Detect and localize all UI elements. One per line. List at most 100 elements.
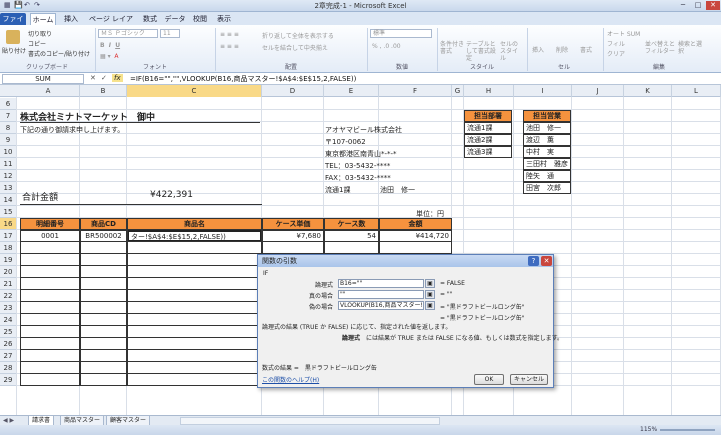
conditional-format-button[interactable]: 条件付き書式 (440, 41, 464, 55)
insert-function-button[interactable]: fx (112, 74, 123, 82)
dept-item[interactable]: 流通3課 (464, 146, 512, 158)
format-painter-button[interactable]: 書式のコピー/貼り付け (28, 49, 90, 58)
detail-empty-cell[interactable] (127, 302, 262, 314)
column-header-h[interactable]: H (464, 85, 514, 97)
tab-data[interactable]: データ (164, 13, 186, 25)
detail-empty-cell[interactable] (80, 326, 127, 338)
detail-empty-cell[interactable] (127, 230, 262, 242)
detail-empty-cell[interactable] (80, 362, 127, 374)
detail-empty-cell[interactable] (80, 278, 127, 290)
column-header-e[interactable]: E (324, 85, 379, 97)
row-header-7[interactable]: 7 (0, 110, 17, 122)
cancel-formula-icon[interactable]: ✕ (90, 74, 96, 82)
column-header-i[interactable]: I (514, 85, 572, 97)
column-header-b[interactable]: B (80, 85, 127, 97)
row-header-20[interactable]: 20 (0, 266, 17, 278)
dept-item[interactable]: 流通1課 (464, 122, 512, 134)
merge-center-button[interactable]: セルを結合して中央揃え (262, 43, 328, 52)
detail-empty-cell[interactable] (20, 338, 80, 350)
column-header-a[interactable]: A (17, 85, 80, 97)
dialog-help-button[interactable]: ? (528, 256, 539, 266)
col-header-code[interactable]: 商品CD (80, 218, 127, 230)
arg-input-false[interactable]: VLOOKUP(B16,商品マスター!$A$4 (338, 301, 424, 310)
borders-button[interactable]: ▦ ▾ A (100, 53, 119, 60)
issuer-address[interactable]: 東京都港区南青山*-*-* (325, 149, 397, 159)
col-header-name[interactable]: 商品名 (127, 218, 262, 230)
cut-button[interactable]: 切り取り (28, 29, 52, 38)
row-header-14[interactable]: 14 (0, 194, 17, 206)
detail-empty-cell[interactable] (80, 338, 127, 350)
detail-empty-cell[interactable] (324, 242, 379, 254)
staff-item[interactable]: 陸矢 通 (523, 170, 571, 182)
staff-item[interactable]: 三田村 雅彦 (523, 158, 571, 170)
detail-empty-cell[interactable] (20, 362, 80, 374)
detail-empty-cell[interactable] (20, 254, 80, 266)
wrap-text-button[interactable]: 折り返して全体を表示する (262, 31, 334, 40)
detail-empty-cell[interactable] (80, 302, 127, 314)
detail-empty-cell[interactable] (20, 350, 80, 362)
arg-input-true[interactable]: "" (338, 290, 424, 299)
issuer-person[interactable]: 池田 修一 (380, 185, 415, 195)
detail-empty-cell[interactable] (80, 242, 127, 254)
row-header-24[interactable]: 24 (0, 314, 17, 326)
dept-header[interactable]: 担当部署 (464, 110, 512, 122)
detail-empty-cell[interactable] (80, 266, 127, 278)
align-left-buttons[interactable]: ≡ ≡ ≡ (220, 43, 239, 50)
detail-empty-cell[interactable] (127, 350, 262, 362)
total-label[interactable]: 合計金額 (22, 190, 58, 203)
detail-empty-cell[interactable] (20, 290, 80, 302)
restore-button[interactable]: □ (691, 1, 705, 10)
name-box[interactable]: SUM (2, 74, 84, 84)
tab-view[interactable]: 表示 (214, 13, 234, 25)
detail-empty-cell[interactable] (80, 230, 127, 242)
cancel-button[interactable]: キャンセル (510, 374, 548, 385)
enter-formula-icon[interactable]: ✓ (101, 74, 107, 82)
detail-empty-cell[interactable] (127, 338, 262, 350)
issuer-tel[interactable]: TEL：03-5432-**** (325, 161, 390, 171)
row-header-22[interactable]: 22 (0, 290, 17, 302)
cell-style-button[interactable]: セルのスタイル (500, 41, 522, 62)
range-picker-icon[interactable]: ▣ (425, 290, 435, 299)
insert-cells-button[interactable]: 挿入 (532, 45, 544, 54)
issuer-dept[interactable]: 流通1課 (325, 185, 350, 195)
detail-empty-cell[interactable] (80, 254, 127, 266)
row-header-18[interactable]: 18 (0, 242, 17, 254)
row-header-6[interactable]: 6 (0, 98, 17, 110)
row-header-17[interactable]: 17 (0, 230, 17, 242)
staff-header[interactable]: 担当営業 (523, 110, 571, 122)
col-header-qty[interactable]: ケース数 (324, 218, 379, 230)
row-header-13[interactable]: 13 (0, 182, 17, 194)
arg-input-logical[interactable]: B16="" (338, 279, 424, 288)
tab-insert[interactable]: 挿入 (60, 13, 82, 25)
detail-empty-cell[interactable] (20, 266, 80, 278)
staff-item[interactable]: 渡辺 薫 (523, 134, 571, 146)
detail-empty-cell[interactable] (262, 230, 324, 242)
fill-button[interactable]: フィル (607, 39, 625, 48)
tab-file[interactable]: ファイル (0, 13, 26, 35)
number-format-select[interactable]: 標準 (370, 29, 432, 38)
horizontal-scrollbar[interactable] (180, 417, 440, 425)
row-header-21[interactable]: 21 (0, 278, 17, 290)
detail-empty-cell[interactable] (127, 326, 262, 338)
format-as-table-button[interactable]: テーブルとして書式設定 (466, 41, 498, 62)
detail-empty-cell[interactable] (127, 278, 262, 290)
function-help-link[interactable]: この関数のヘルプ(H) (262, 375, 319, 384)
clear-button[interactable]: クリア (607, 49, 625, 58)
delete-cells-button[interactable]: 削除 (556, 45, 568, 54)
detail-empty-cell[interactable] (20, 278, 80, 290)
row-header-29[interactable]: 29 (0, 374, 17, 386)
detail-empty-cell[interactable] (127, 374, 262, 386)
column-header-l[interactable]: L (672, 85, 721, 97)
detail-empty-cell[interactable] (80, 314, 127, 326)
staff-item[interactable]: 田宮 次郎 (523, 182, 571, 194)
row-header-15[interactable]: 15 (0, 206, 17, 218)
row-header-19[interactable]: 19 (0, 254, 17, 266)
detail-empty-cell[interactable] (20, 230, 80, 242)
paste-button[interactable]: 貼り付け (2, 46, 26, 55)
dept-item[interactable]: 流通2課 (464, 134, 512, 146)
col-header-price[interactable]: ケース単価 (262, 218, 324, 230)
detail-empty-cell[interactable] (80, 290, 127, 302)
intro-text[interactable]: 下記の通り御請求申し上げます。 (20, 125, 124, 135)
row-header-11[interactable]: 11 (0, 158, 17, 170)
detail-empty-cell[interactable] (80, 374, 127, 386)
